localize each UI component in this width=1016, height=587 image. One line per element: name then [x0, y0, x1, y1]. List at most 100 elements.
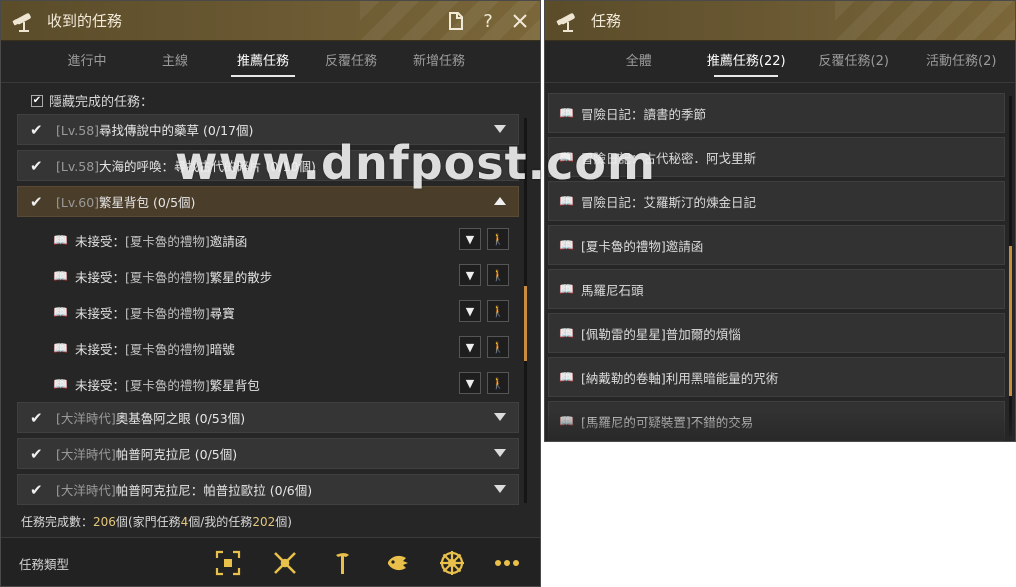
close-icon[interactable] [510, 11, 530, 31]
right-titlebar[interactable]: 任務 [545, 1, 1015, 41]
sailing-category-icon[interactable] [438, 548, 466, 578]
sub-quest-status: 未接受： [75, 305, 126, 321]
quest-title: [大洋時代]奧基魯阿之眼 (0/53個) [56, 408, 245, 427]
summary-end: 個) [275, 515, 292, 529]
expand-arrow-icon[interactable] [494, 449, 506, 457]
auto-walk-icon[interactable]: 🚶 [487, 336, 509, 358]
list-item-label: [納戴勒的卷軸]利用黑暗能量的咒術 [581, 370, 779, 386]
sub-quest-series: [夏卡魯的禮物] [125, 269, 210, 285]
quest-row[interactable]: ✔ [大洋時代]奧基魯阿之眼 (0/53個) [17, 402, 519, 433]
sub-quest-row[interactable]: 📖 未接受：[夏卡魯的禮物]暗號 ▼ 🚶 [17, 330, 519, 366]
summary-mine-count: 202 [252, 515, 276, 529]
sub-quest-row[interactable]: 📖 未接受：[夏卡魯的禮物]尋寶 ▼ 🚶 [17, 294, 519, 330]
sub-quest-series: [夏卡魯的禮物] [125, 341, 210, 357]
list-item[interactable]: 📖 [納戴勒的卷軸]利用黑暗能量的咒術 [548, 357, 1005, 397]
list-item[interactable]: 📖 [佩勒雷的星星]普加爾的煩惱 [548, 313, 1005, 353]
chevron-down-icon[interactable]: ▼ [459, 228, 481, 250]
document-icon[interactable] [446, 11, 466, 31]
gathering-category-icon[interactable] [328, 548, 356, 578]
all-category-icon[interactable] [214, 548, 242, 578]
checkbox-icon[interactable]: ✔ [31, 94, 43, 107]
quest-progress: (0/17個) [203, 123, 254, 138]
list-item-label: [夏卡魯的禮物]邀請函 [581, 238, 704, 254]
quest-prefix: [大洋時代] [56, 483, 116, 498]
list-item[interactable]: 📖 冒險日記：艾羅斯汀的煉金日記 [548, 181, 1005, 221]
sub-quest-name: 暗號 [209, 341, 235, 357]
book-icon: 📖 [559, 414, 574, 428]
chevron-down-icon[interactable]: ▼ [459, 336, 481, 358]
tab-new[interactable]: 新增任務 [395, 41, 483, 83]
combat-category-icon[interactable] [271, 548, 299, 578]
sub-quest-name: 繁星背包 [209, 377, 260, 393]
auto-walk-icon[interactable]: 🚶 [487, 264, 509, 286]
quest-row[interactable]: ✔ [大洋時代]帕普阿克拉尼：帕普拉歐拉 (0/6個) [17, 474, 519, 505]
auto-walk-icon[interactable]: 🚶 [487, 372, 509, 394]
check-icon: ✔ [30, 480, 43, 499]
scrollbar-thumb[interactable] [524, 286, 527, 361]
quest-progress: (0/5個) [194, 447, 238, 462]
sub-quest-name: 繁星的散步 [209, 269, 273, 285]
expand-arrow-icon[interactable] [494, 485, 506, 493]
tab-recommended[interactable]: 推薦任務(22) [693, 41, 801, 83]
sub-quest-row[interactable]: 📖 未接受：[夏卡魯的禮物]繁星背包 ▼ 🚶 [17, 366, 519, 402]
list-item[interactable]: 📖 [馬羅尼的可疑裝置]不錯的交易 [548, 401, 1005, 441]
quest-row[interactable]: ✔ [大洋時代]帕普阿克拉尼 (0/5個) [17, 438, 519, 469]
recommended-quest-list: 📖 冒險日記：讀書的季節 📖 冒險日記：古代秘密．阿戈里斯 📖 冒險日記：艾羅斯汀的煉… [548, 93, 1005, 441]
list-item[interactable]: 📖 馬羅尼石頭 [548, 269, 1005, 309]
quest-row[interactable]: ✔ [Lv.58]尋找傳說中的藥草 (0/17個) [17, 114, 519, 145]
tab-event[interactable]: 活動任務(2) [908, 41, 1016, 83]
completion-summary: 任務完成數：206個(家門任務4個/我的任務202個) [21, 513, 292, 530]
tab-all[interactable]: 全體 [585, 41, 693, 83]
summary-label: 任務完成數： [21, 515, 94, 529]
quest-name: 帕普阿克拉尼：帕普拉歐拉 [115, 483, 266, 498]
summary-mine-label: 個/我的任務 [188, 515, 253, 529]
quest-progress: (0/5個) [153, 195, 196, 210]
list-item-label: 冒險日記：讀書的季節 [581, 106, 707, 122]
collapse-arrow-icon[interactable] [494, 197, 506, 205]
left-titlebar[interactable]: 收到的任務 ? [1, 1, 540, 41]
sub-quest-series: [夏卡魯的禮物] [125, 233, 210, 249]
sub-quest-text: 未接受：[夏卡魯的禮物]邀請函 [75, 231, 247, 250]
quest-title: [Lv.58]尋找傳說中的藥草 (0/17個) [56, 120, 253, 139]
tab-repeatable[interactable]: 反覆任務(2) [800, 41, 908, 83]
chevron-down-icon[interactable]: ▼ [459, 372, 481, 394]
summary-unit: 個 [115, 515, 128, 529]
scrollbar-thumb[interactable] [1009, 246, 1012, 396]
help-icon[interactable]: ? [478, 11, 498, 32]
window-title: 收到的任務 [47, 12, 123, 30]
quest-prefix: [Lv.60] [56, 195, 100, 210]
tab-in-progress[interactable]: 進行中 [43, 41, 131, 83]
hide-completed-toggle[interactable]: ✔ 隱藏完成的任務： [31, 91, 153, 110]
list-item[interactable]: 📖 冒險日記：古代秘密．阿戈里斯 [548, 137, 1005, 177]
sub-quest-text: 未接受：[夏卡魯的禮物]尋寶 [75, 303, 235, 322]
more-icon[interactable] [493, 548, 521, 578]
check-icon: ✔ [30, 156, 43, 175]
quest-prefix: [大洋時代] [56, 447, 116, 462]
tab-repeatable[interactable]: 反覆任務 [307, 41, 395, 83]
book-icon: 📖 [559, 370, 574, 384]
quest-name: 大海的呼喚：尋找古代的碎片 [99, 159, 262, 174]
expand-arrow-icon[interactable] [494, 125, 506, 133]
chevron-down-icon[interactable]: ▼ [459, 264, 481, 286]
sub-quest-row[interactable]: 📖 未接受：[夏卡魯的禮物]繁星的散步 ▼ 🚶 [17, 258, 519, 294]
quest-name: 繁星背包 [99, 195, 150, 210]
book-icon: 📖 [559, 194, 574, 208]
sub-quest-status: 未接受： [75, 377, 126, 393]
auto-walk-icon[interactable]: 🚶 [487, 228, 509, 250]
quest-row[interactable]: ✔ [Lv.58]大海的呼喚：尋找古代的碎片 (0/10個) [17, 150, 519, 181]
list-item[interactable]: 📖 冒險日記：讀書的季節 [548, 93, 1005, 133]
list-item[interactable]: 📖 [夏卡魯的禮物]邀請函 [548, 225, 1005, 265]
quest-row-expanded[interactable]: ✔ [Lv.60]繁星背包 (0/5個) [17, 186, 519, 217]
quest-list-scrollbar[interactable] [524, 118, 527, 503]
quest-window: 任務 全體 推薦任務(22) 反覆任務(2) 活動任務(2) 📖 冒險日記：讀書的… [544, 0, 1016, 442]
list-item-label: 冒險日記：艾羅斯汀的煉金日記 [581, 194, 757, 210]
expand-arrow-icon[interactable] [494, 413, 506, 421]
tab-recommended[interactable]: 推薦任務 [219, 41, 307, 83]
chevron-down-icon[interactable]: ▼ [459, 300, 481, 322]
tab-main-quest[interactable]: 主線 [131, 41, 219, 83]
auto-walk-icon[interactable]: 🚶 [487, 300, 509, 322]
sub-quest-row[interactable]: 📖 未接受：[夏卡魯的禮物]邀請函 ▼ 🚶 [17, 222, 519, 258]
fishing-category-icon[interactable] [384, 548, 412, 578]
quest-progress: (0/53個) [194, 411, 246, 426]
recommended-list-scrollbar[interactable] [1009, 96, 1012, 436]
